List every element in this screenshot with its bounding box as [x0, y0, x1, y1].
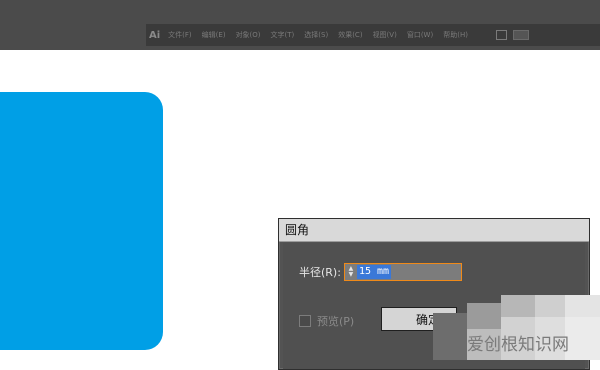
preview-checkbox-label[interactable]: 预览(P): [317, 313, 354, 329]
menu-bar: Ai 文件(F) 编辑(E) 对象(O) 文字(T) 选择(S) 效果(C) 视…: [146, 24, 600, 46]
menu-file[interactable]: 文件(F): [168, 30, 192, 40]
spin-down-icon[interactable]: ▼: [349, 272, 354, 278]
menu-window[interactable]: 窗口(W): [407, 30, 433, 40]
menu-effect[interactable]: 效果(C): [338, 30, 362, 40]
preview-row: 预览(P): [299, 313, 354, 329]
menu-view[interactable]: 视图(V): [373, 30, 397, 40]
menu-type[interactable]: 文字(T): [271, 30, 295, 40]
dialog-title: 圆角: [279, 219, 589, 242]
radius-row: 半径(R): ▲ ▼ 15 mm: [299, 263, 462, 281]
radius-input[interactable]: 15 mm: [356, 265, 392, 279]
radius-stepper[interactable]: ▲ ▼ 15 mm: [343, 263, 462, 281]
workspace-switcher-icon[interactable]: [512, 30, 529, 40]
checkbox-icon[interactable]: [299, 315, 311, 327]
menu-help[interactable]: 帮助(H): [443, 30, 468, 40]
menu-select[interactable]: 选择(S): [304, 30, 328, 40]
app-logo: Ai: [149, 29, 161, 41]
menu-object[interactable]: 对象(O): [236, 30, 261, 40]
watermark-text: 爱创根知识网: [467, 335, 569, 355]
spin-buttons[interactable]: ▲ ▼: [345, 264, 357, 280]
rounded-rectangle-shape[interactable]: [0, 92, 163, 350]
radius-label: 半径(R):: [299, 266, 341, 279]
menu-edit[interactable]: 编辑(E): [202, 30, 226, 40]
bridge-icon[interactable]: [495, 30, 507, 40]
